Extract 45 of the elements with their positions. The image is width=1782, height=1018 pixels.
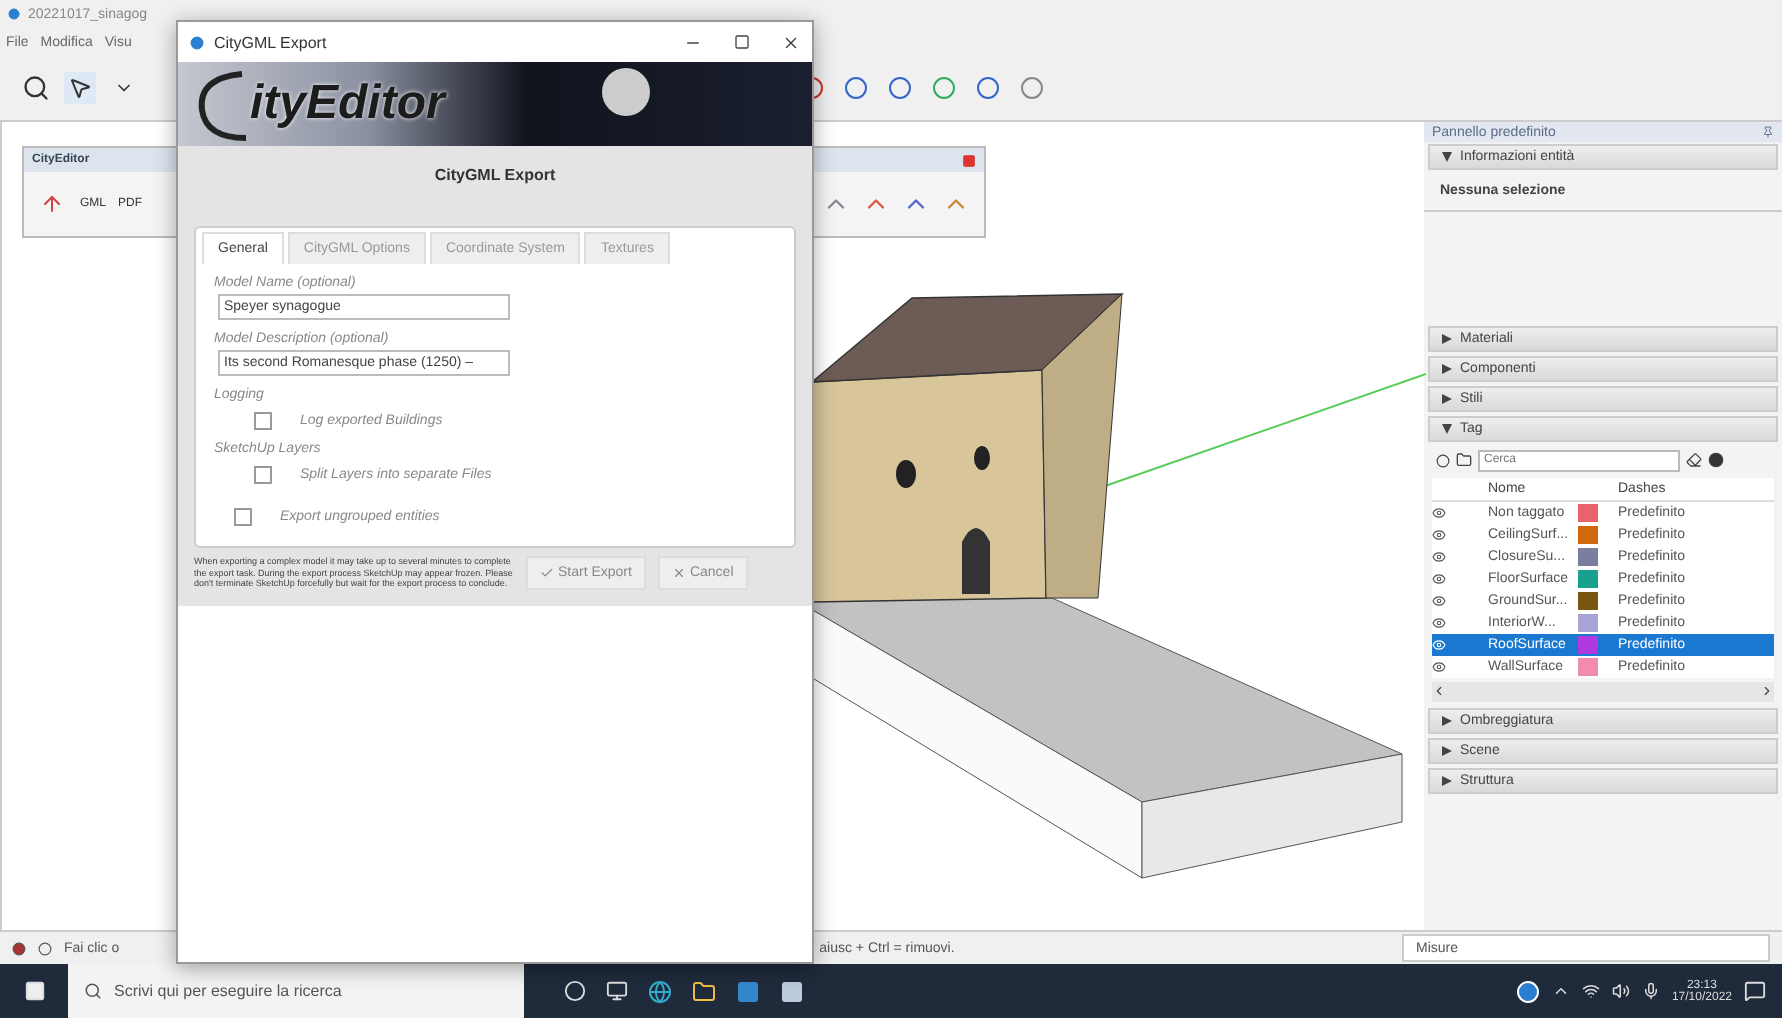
eye-icon[interactable] [1432,571,1446,586]
checkbox[interactable] [254,466,272,484]
eye-icon[interactable] [1432,549,1446,564]
search-icon[interactable] [20,72,52,104]
eraser-icon[interactable] [1686,452,1702,469]
scrollbar[interactable] [1432,681,1774,702]
eye-icon[interactable] [1432,615,1446,630]
taskbar-search[interactable]: Scrivi qui per eseguire la ricerca [68,964,524,1018]
app-icon[interactable] [780,979,804,1003]
logo-text: ityEditor [250,76,445,132]
folder-icon[interactable] [1456,452,1472,469]
app-logo-icon [190,35,204,49]
scroll-right-icon[interactable] [1760,684,1774,699]
eye-icon[interactable] [1432,593,1446,608]
moon-icon [600,66,652,118]
color-icon[interactable] [1708,452,1724,469]
check-icon [540,566,554,580]
scroll-left-icon[interactable] [1432,684,1446,699]
tray-expand-icon[interactable] [1551,982,1570,1000]
app-logo-icon [8,8,20,20]
app-icon[interactable] [736,979,760,1003]
eye-icon[interactable] [1432,659,1446,674]
close-icon[interactable] [782,33,800,51]
dialog-heading: CityGML Export [178,146,812,202]
notifications-icon[interactable] [1744,980,1766,1002]
folder-icon[interactable] [692,979,716,1003]
eye-icon[interactable] [1432,505,1446,520]
wifi-icon[interactable] [1581,982,1600,1000]
checkbox[interactable] [254,412,272,430]
checkbox[interactable] [234,508,252,526]
pin-icon[interactable] [1762,126,1774,138]
mic-icon[interactable] [1641,982,1660,1000]
eye-icon[interactable] [1432,527,1446,542]
task-view-icon[interactable] [606,980,628,1002]
search-icon [84,982,102,1000]
volume-icon[interactable] [1611,982,1630,1000]
browser-icon[interactable] [648,979,672,1003]
search-placeholder: Scrivi qui per eseguire la ricerca [114,982,342,1000]
pointer-icon[interactable] [64,72,96,104]
tray-app-icon[interactable] [1515,979,1540,1003]
dialog-title: CityGML Export [214,33,327,51]
maximize-icon[interactable] [734,33,750,49]
status-icon [12,941,26,955]
cortana-icon[interactable] [564,980,586,1002]
close-icon [671,566,686,580]
